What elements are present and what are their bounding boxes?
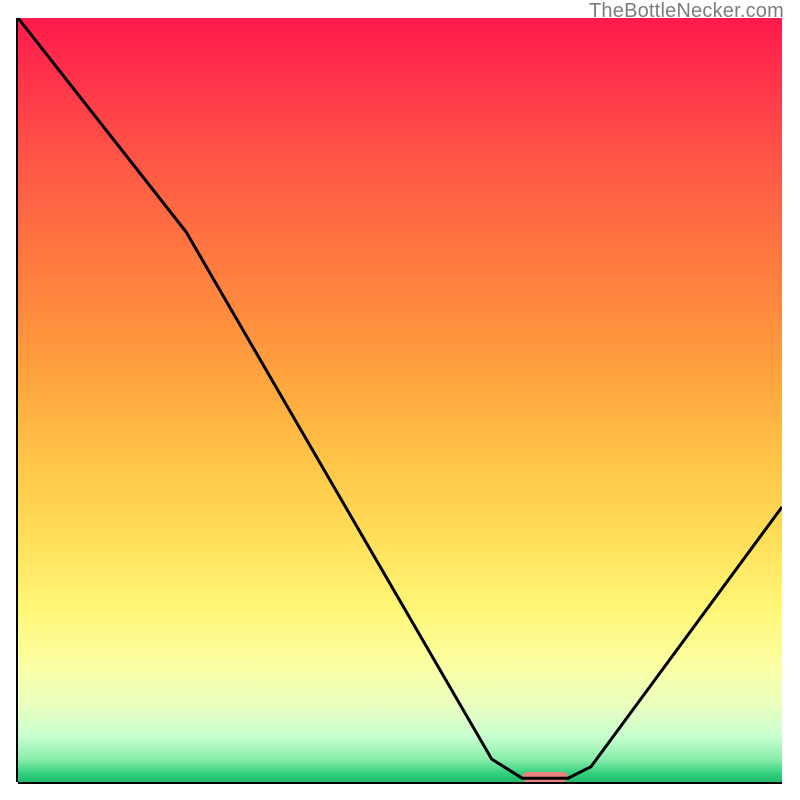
bottleneck-chart: TheBottleNecker.com — [0, 0, 800, 800]
plot-area — [18, 18, 782, 782]
curve-svg — [18, 18, 782, 782]
x-axis — [18, 782, 782, 784]
bottleneck-curve-path — [18, 18, 782, 778]
